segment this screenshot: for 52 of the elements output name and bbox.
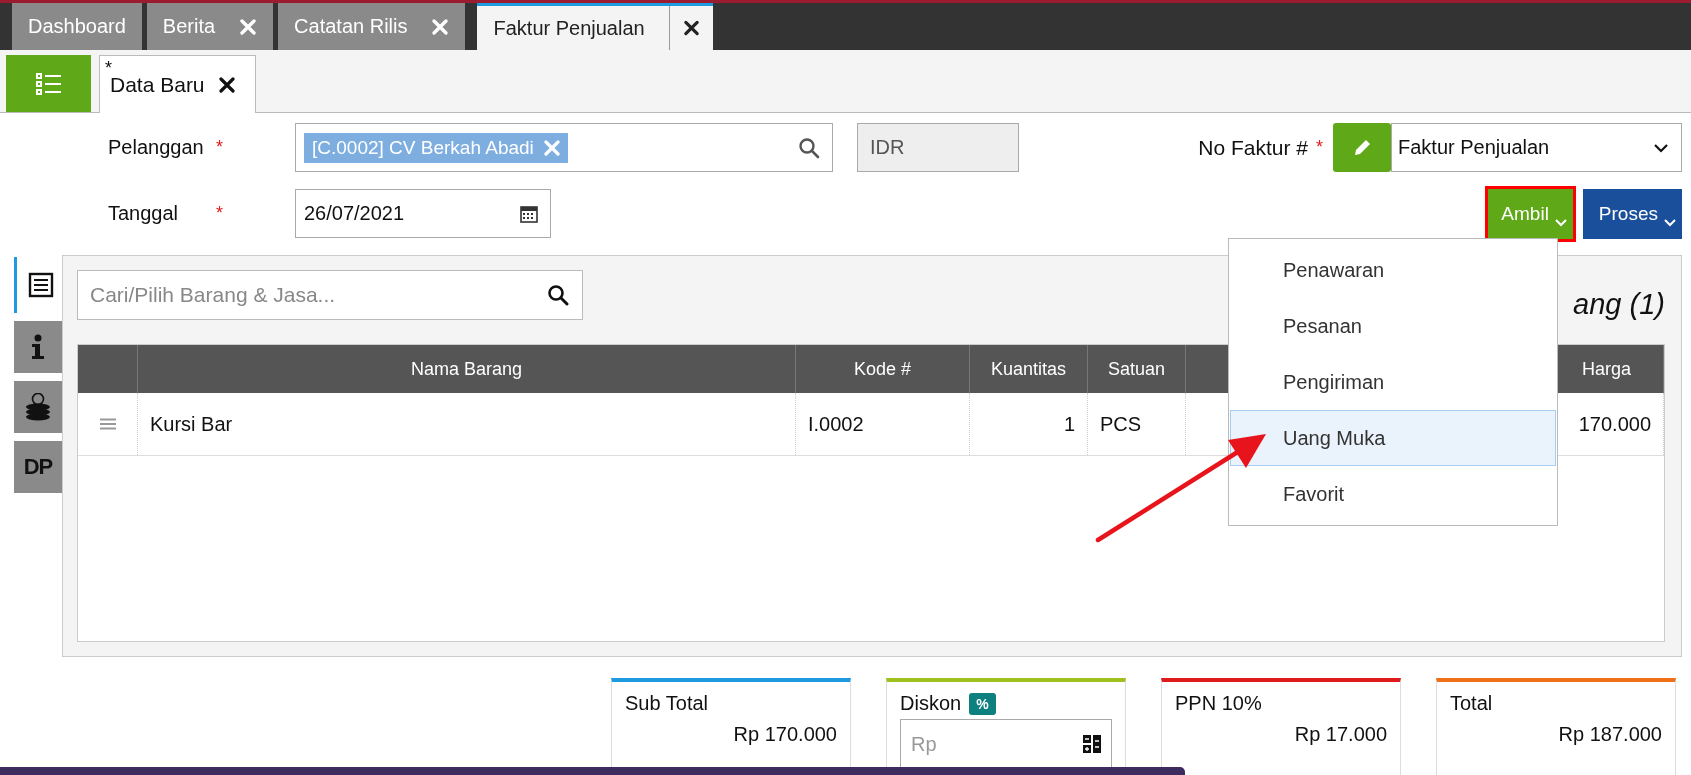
item-search-field[interactable]: Cari/Pilih Barang & Jasa... [77,270,583,320]
search-icon[interactable] [798,136,820,159]
summary-label: Total [1450,692,1493,715]
field-label: No Faktur # [1198,135,1308,160]
table-cell: 170.000 [1578,412,1651,436]
chevron-down-icon [1653,141,1669,154]
tab[interactable]: Faktur Penjualan [477,3,713,50]
table-cell: PCS [1100,412,1142,436]
summary-value: Rp 17.000 [1293,723,1387,746]
summary-value: Rp 187.000 [1557,723,1662,746]
table-cell: Kursi Bar [150,412,233,436]
column-header: Kode # [796,345,970,393]
summary-label: Diskon [900,692,962,715]
required-mark: * [1316,137,1323,158]
coins-icon [24,393,52,421]
side-tab[interactable]: DP [14,441,62,493]
menu-item[interactable]: Uang Muka [1230,410,1556,466]
list-icon [35,72,62,95]
edit-button[interactable] [1333,123,1391,172]
table-cell: 1 [1063,412,1075,436]
search-icon[interactable] [547,284,569,306]
chevron-down-icon [1664,218,1676,227]
menu-item[interactable]: Favorit [1230,466,1556,522]
document-icon [28,272,54,298]
summary-label: Sub Total [625,692,709,715]
summary-label: PPN 10% [1175,692,1262,715]
drag-handle-icon[interactable] [99,418,116,430]
field-label: Pelanggan [108,136,205,159]
currency-field: IDR [857,123,1019,172]
required-mark: * [216,203,224,224]
invoice-type-select[interactable]: Faktur Penjualan [1391,123,1682,172]
action-button[interactable]: Proses [1582,188,1682,239]
info-icon [31,334,45,360]
menu-item[interactable]: Penawaran [1230,242,1556,298]
required-mark: * [216,137,224,158]
percent-toggle[interactable]: % [969,692,996,715]
summary-value: Rp 170.000 [732,723,837,746]
discount-field[interactable]: Rp [900,719,1112,769]
item-count-title: ang (1) [1573,288,1665,321]
calendar-icon[interactable] [520,204,538,223]
field-label: Tanggal [108,202,180,225]
list-button[interactable] [6,55,91,112]
date-field[interactable]: 26/07/2021 [295,189,551,238]
column-header: Satuan [1088,345,1186,393]
column-header: Nama Barang [138,345,796,393]
document-tab[interactable]: * Data Baru [99,55,256,113]
calculator-icon[interactable] [1082,734,1102,754]
close-icon[interactable] [218,76,235,93]
chevron-down-icon [1554,218,1567,227]
column-header: Kuantitas [970,345,1088,393]
table-cell: I.0002 [808,412,864,436]
customer-chip: [C.0002] CV Berkah Abadi [304,132,568,163]
